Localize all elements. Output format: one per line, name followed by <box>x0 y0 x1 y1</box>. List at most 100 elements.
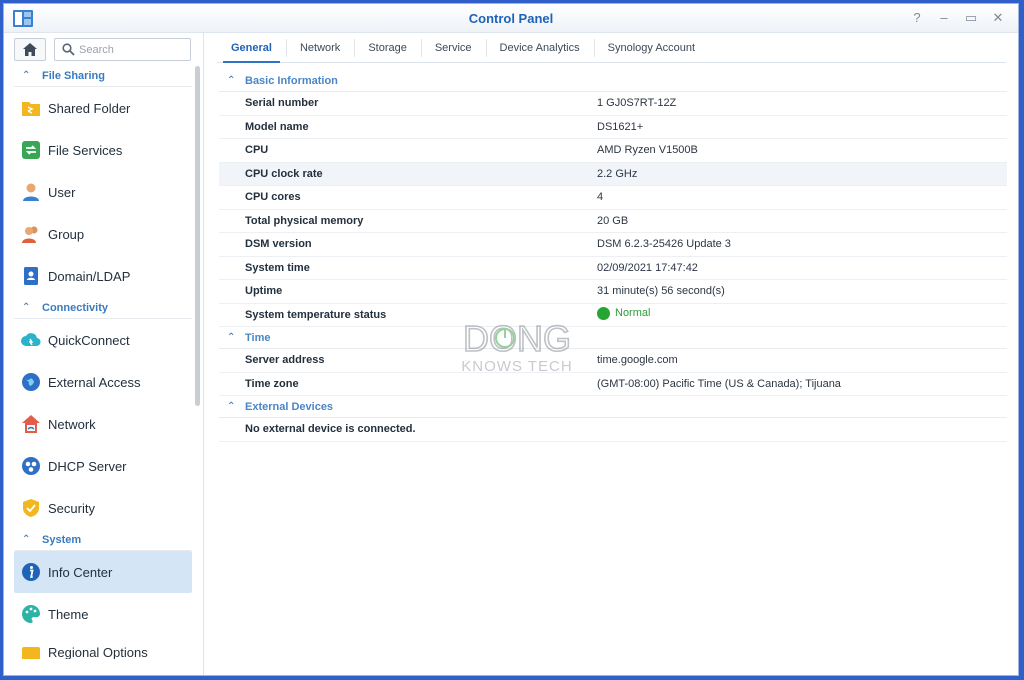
quickconnect-icon <box>21 333 41 347</box>
chevron-up-icon: ⌃ <box>227 401 236 412</box>
sidebar-item-label: Shared Folder <box>48 100 131 116</box>
info-key: Model name <box>245 120 309 133</box>
maximize-button[interactable]: ▭ <box>963 10 979 26</box>
group-label: External Devices <box>245 400 334 413</box>
group-basic-information[interactable]: ⌃ Basic Information <box>219 70 1007 92</box>
info-row: Serial number 1 GJ0S7RT-12Z <box>219 92 1007 116</box>
sidebar-item-label: Domain/LDAP <box>48 268 131 284</box>
title-bar: Control Panel ? – ▭ ✕ <box>4 4 1018 33</box>
help-button[interactable]: ? <box>909 10 925 26</box>
sidebar: ⌃ File Sharing Shared Folder File Servic… <box>4 33 204 675</box>
chevron-up-icon: ⌃ <box>227 75 236 86</box>
dhcp-server-icon <box>22 457 40 475</box>
section-label: System <box>42 533 82 546</box>
sidebar-item-file-services[interactable]: File Services <box>14 129 192 171</box>
sidebar-item-label: Network <box>48 416 96 432</box>
info-row: System time 02/09/2021 17:47:42 <box>219 257 1007 280</box>
sidebar-nav: ⌃ File Sharing Shared Folder File Servic… <box>14 65 192 659</box>
security-icon <box>23 499 39 517</box>
sidebar-item-label: Security <box>48 500 95 516</box>
chevron-up-icon: ⌃ <box>227 332 236 343</box>
tab-storage[interactable]: Storage <box>354 33 421 62</box>
group-icon <box>22 226 38 243</box>
info-row: No external device is connected. <box>219 418 1007 442</box>
tab-device-analytics[interactable]: Device Analytics <box>485 33 594 62</box>
section-label: File Sharing <box>42 69 105 82</box>
status-text: Normal <box>615 307 651 320</box>
section-connectivity[interactable]: ⌃ Connectivity <box>14 297 192 319</box>
info-value: DS1621+ <box>597 120 644 133</box>
network-icon <box>22 415 40 433</box>
info-key: CPU <box>245 144 269 157</box>
tab-network[interactable]: Network <box>285 33 354 62</box>
sidebar-item-quickconnect[interactable]: QuickConnect <box>14 319 192 361</box>
search-input[interactable] <box>79 41 184 58</box>
user-icon <box>23 183 39 201</box>
sidebar-item-label: QuickConnect <box>48 332 130 348</box>
info-row: CPU AMD Ryzen V1500B <box>219 139 1007 163</box>
tab-service[interactable]: Service <box>420 33 486 62</box>
file-services-icon <box>22 141 40 159</box>
group-label: Time <box>245 331 271 344</box>
watermark-line1: DONG <box>463 318 571 359</box>
sidebar-item-shared-folder[interactable]: Shared Folder <box>14 87 192 129</box>
info-value: AMD Ryzen V1500B <box>597 144 698 157</box>
info-row: CPU cores 4 <box>219 186 1007 210</box>
section-file-sharing[interactable]: ⌃ File Sharing <box>14 65 192 87</box>
chevron-up-icon: ⌃ <box>22 302 31 313</box>
group-label: Basic Information <box>245 74 338 87</box>
home-button[interactable] <box>14 38 46 61</box>
sidebar-item-external-access[interactable]: External Access <box>14 361 192 403</box>
section-system[interactable]: ⌃ System <box>14 529 192 551</box>
main-panel: General Network Storage Service Device A… <box>205 33 1018 675</box>
external-devices-message: No external device is connected. <box>245 423 416 436</box>
info-value: DSM 6.2.3-25426 Update 3 <box>597 238 731 251</box>
sidebar-item-user[interactable]: User <box>14 171 192 213</box>
info-value: 4 <box>597 191 604 204</box>
chevron-up-icon: ⌃ <box>22 70 31 81</box>
info-key: CPU cores <box>245 191 301 204</box>
domain-ldap-icon <box>24 267 38 285</box>
sidebar-item-dhcp-server[interactable]: DHCP Server <box>14 445 192 487</box>
sidebar-item-label: User <box>48 184 76 200</box>
info-content: ⌃ Basic Information Serial number 1 GJ0S… <box>219 70 1007 442</box>
info-row: CPU clock rate 2.2 GHz <box>219 162 1007 186</box>
sidebar-item-group[interactable]: Group <box>14 213 192 255</box>
sidebar-item-label: Info Center <box>48 564 113 580</box>
group-time[interactable]: ⌃ Time <box>219 327 1007 349</box>
sidebar-item-security[interactable]: Security <box>14 487 192 529</box>
info-value: 1 GJ0S7RT-12Z <box>597 97 677 110</box>
info-key: Uptime <box>245 285 283 298</box>
sidebar-item-network[interactable]: Network <box>14 403 192 445</box>
sidebar-scrollbar[interactable] <box>195 66 200 406</box>
control-panel-window: Control Panel ? – ▭ ✕ Search ⌃ File Shar… <box>3 3 1019 676</box>
sidebar-item-label: Theme <box>48 606 89 622</box>
info-row: System temperature status Normal <box>219 304 1007 327</box>
info-key: DSM version <box>245 238 312 251</box>
search-box <box>54 38 191 61</box>
shared-folder-icon <box>22 102 40 116</box>
info-row: Time zone (GMT-08:00) Pacific Time (US &… <box>219 373 1007 396</box>
section-label: Connectivity <box>42 301 109 314</box>
info-value: 31 minute(s) 56 second(s) <box>597 285 725 298</box>
sidebar-item-info-center[interactable]: Info Center <box>14 551 192 593</box>
window-title: Control Panel <box>468 11 554 26</box>
info-key: Total physical memory <box>245 214 364 227</box>
external-access-icon <box>22 373 40 391</box>
tab-synology-account[interactable]: Synology Account <box>593 33 709 62</box>
group-external-devices[interactable]: ⌃ External Devices <box>219 396 1007 418</box>
sidebar-item-theme[interactable]: Theme <box>14 593 192 635</box>
sidebar-item-domain-ldap[interactable]: Domain/LDAP <box>14 255 192 297</box>
regional-options-icon <box>22 647 40 659</box>
info-row: DSM version DSM 6.2.3-25426 Update 3 <box>219 233 1007 257</box>
info-center-icon <box>22 563 40 581</box>
info-value: 20 GB <box>597 214 629 227</box>
info-key: Serial number <box>245 97 319 110</box>
sidebar-item-label: Group <box>48 226 85 242</box>
minimize-button[interactable]: – <box>936 10 952 26</box>
sidebar-item-label: External Access <box>48 374 141 390</box>
sidebar-item-regional-options[interactable]: Regional Options <box>14 635 192 659</box>
dong-knows-tech-watermark: DONG KNOWS TECH <box>461 317 572 375</box>
tab-general[interactable]: General <box>217 33 286 63</box>
close-button[interactable]: ✕ <box>990 10 1006 26</box>
